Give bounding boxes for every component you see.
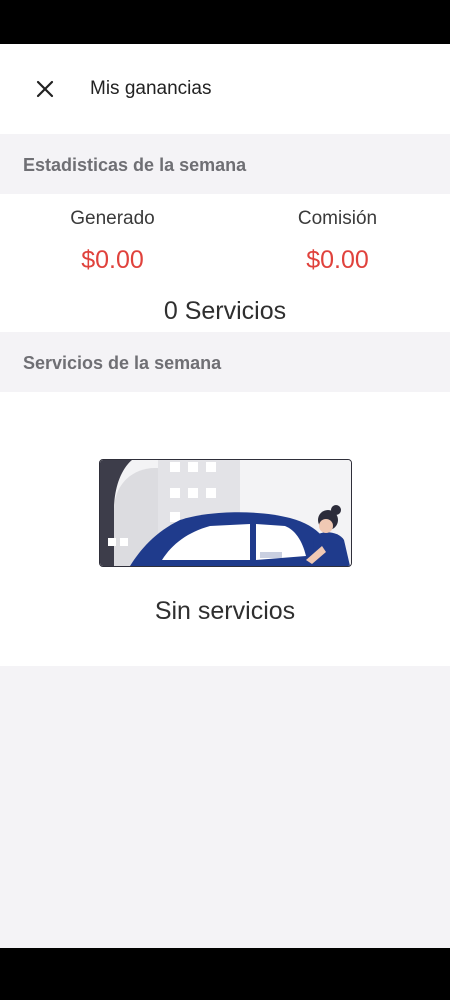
commission-value: $0.00: [306, 246, 369, 274]
weekly-services-header: Servicios de la semana: [0, 334, 450, 392]
empty-services-text: Sin servicios: [154, 597, 296, 625]
weekly-stats-header: Estadisticas de la semana: [0, 136, 450, 194]
weekly-services-title: Servicios de la semana: [23, 352, 222, 373]
generated-stat: Generado $0.00: [0, 194, 225, 275]
app-header: Mis ganancias: [0, 44, 450, 134]
close-icon: [36, 80, 54, 98]
page-title: Mis ganancias: [90, 78, 212, 99]
weekly-stats-title: Estadisticas de la semana: [23, 154, 247, 175]
status-bar: [0, 0, 450, 44]
commission-stat: Comisión $0.00: [225, 194, 450, 275]
system-nav-bar: [0, 948, 450, 1000]
commission-label: Comisión: [297, 208, 378, 229]
weekly-stats-panel: Generado $0.00 Comisión $0.00 0 Servicio…: [0, 194, 450, 332]
services-count: 0 Servicios: [163, 297, 287, 325]
generated-value: $0.00: [81, 246, 144, 274]
weekly-services-panel: Sin servicios: [0, 392, 450, 666]
generated-label: Generado: [70, 208, 155, 229]
close-button[interactable]: [23, 67, 67, 111]
car-with-driver-illustration: [99, 459, 352, 567]
